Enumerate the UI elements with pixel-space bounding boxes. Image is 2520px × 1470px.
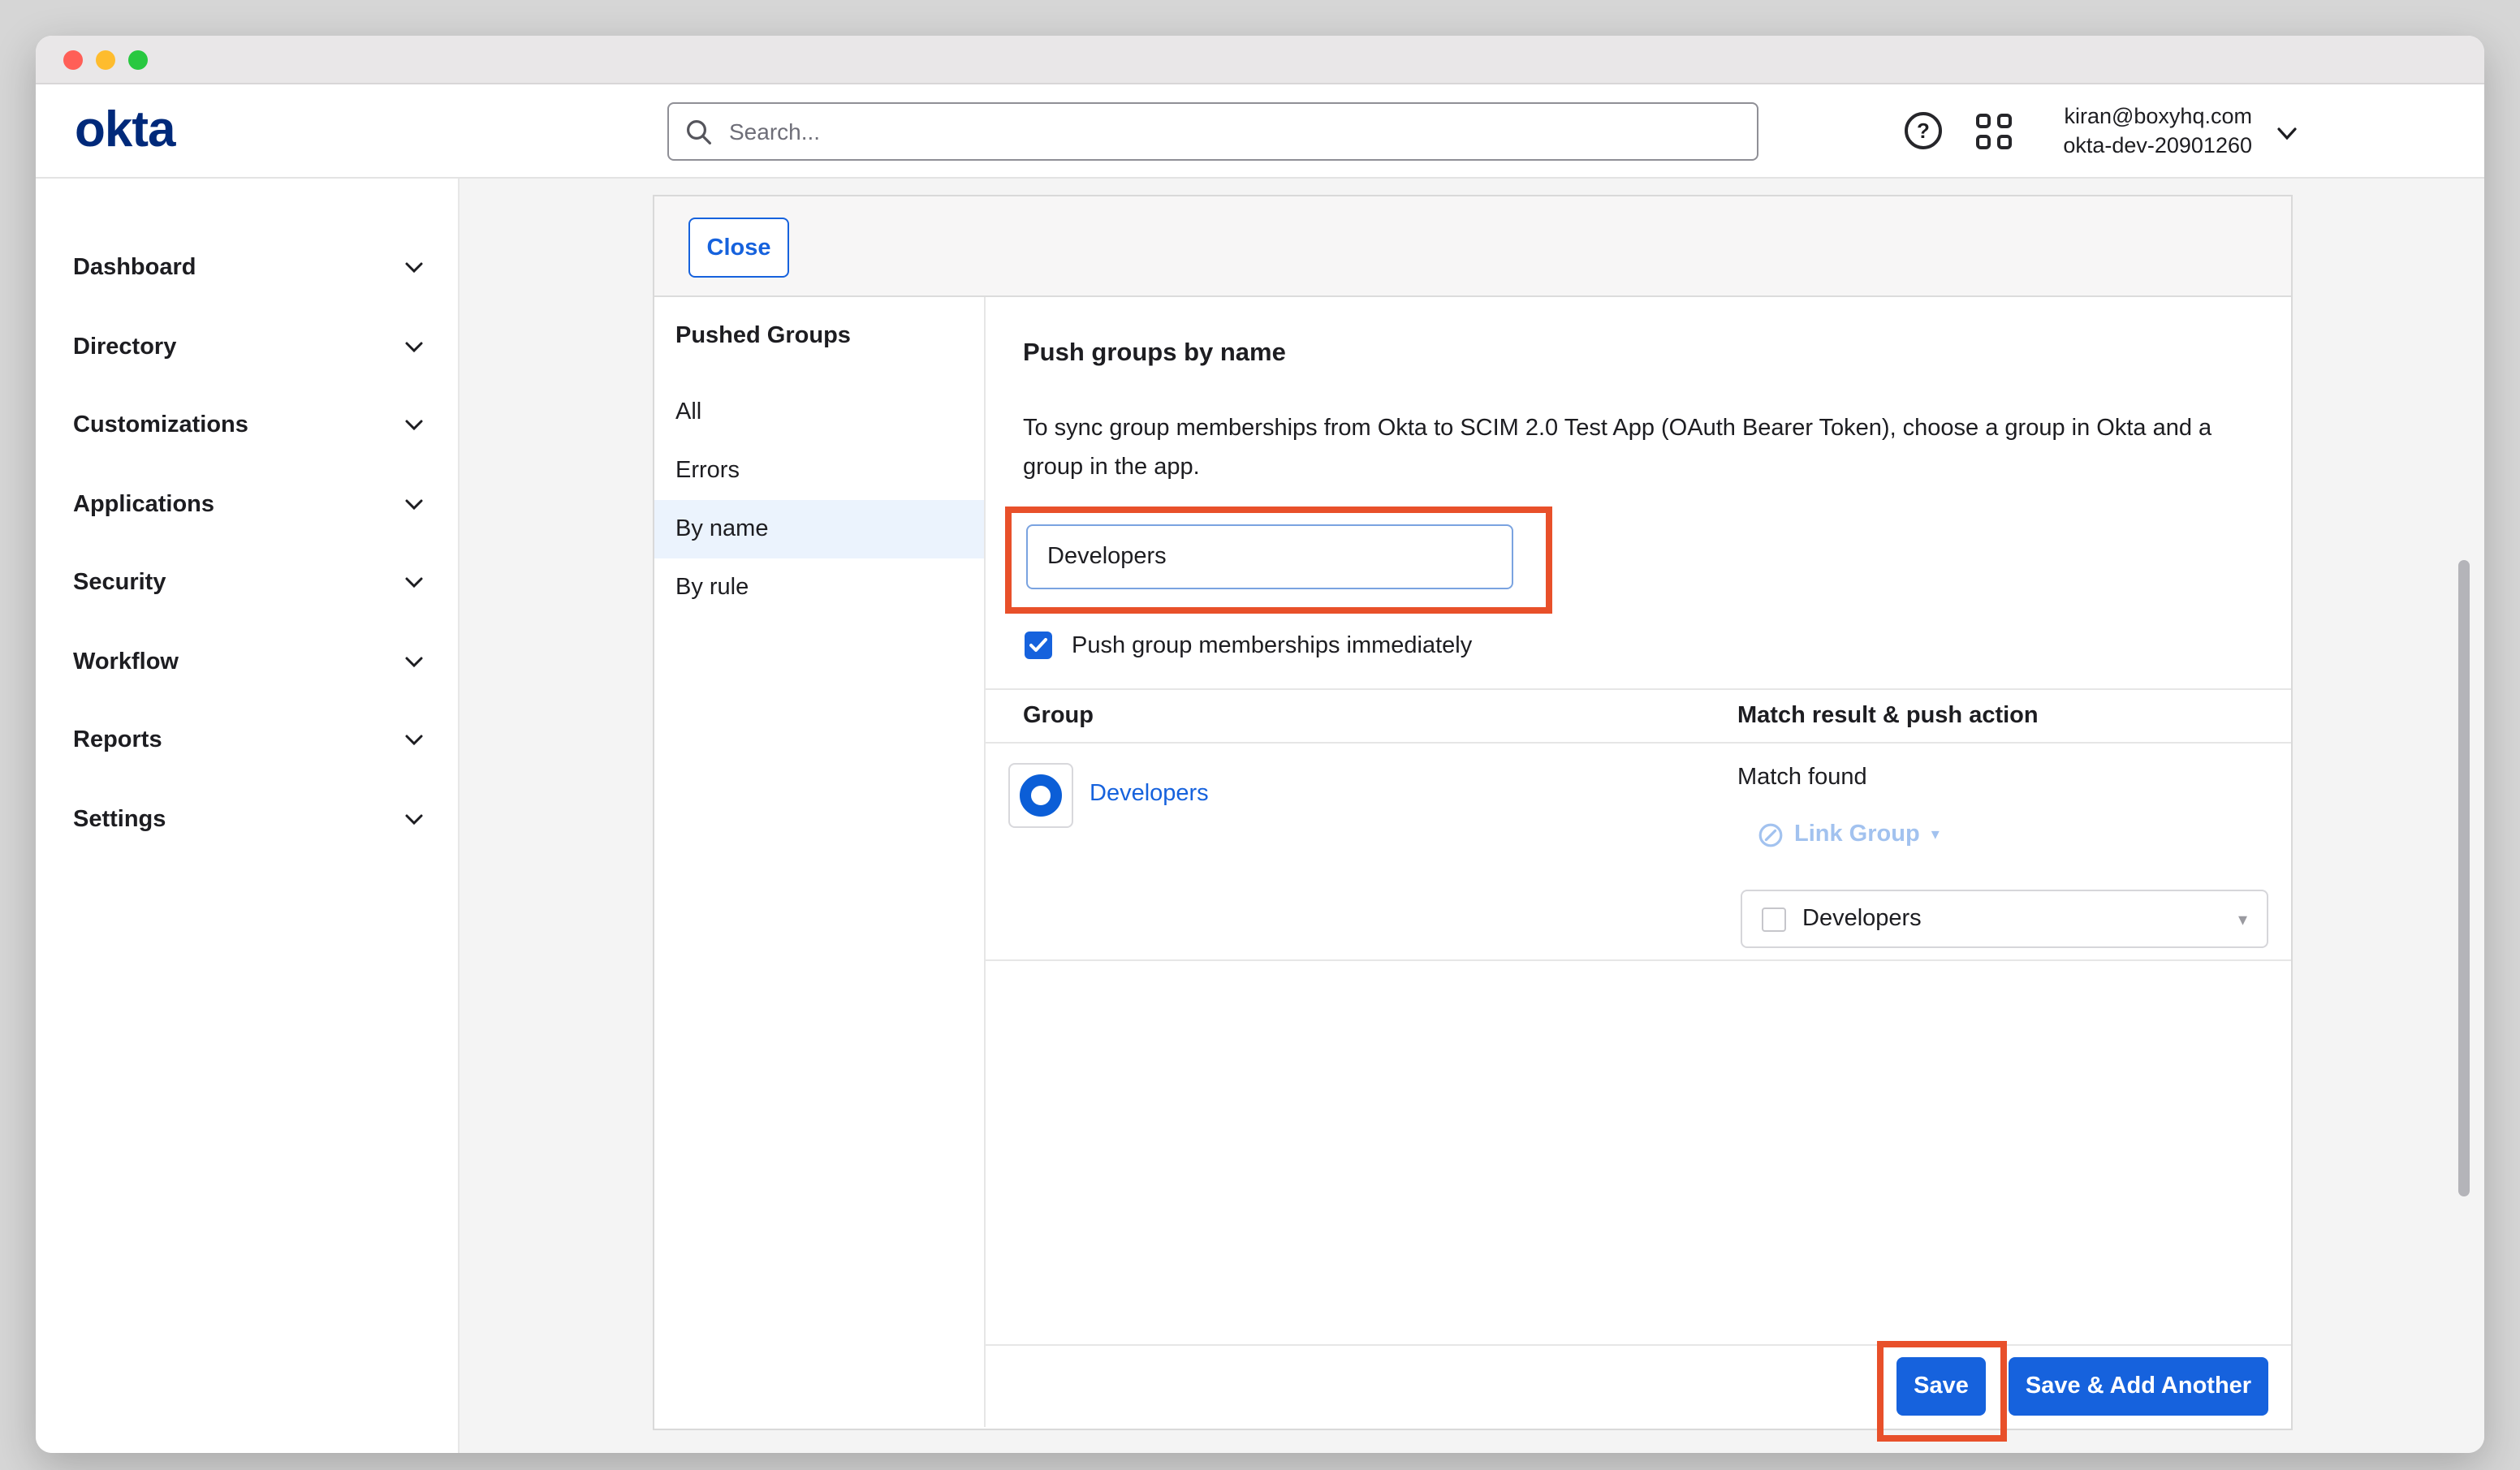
chevron-down-icon (404, 420, 424, 433)
question-icon: ? (1917, 119, 1930, 143)
checkbox-check-icon (1029, 638, 1047, 653)
subnav-item-all[interactable]: All (654, 383, 984, 442)
grid-square (1997, 114, 2012, 128)
pushed-groups-subnav: Pushed Groups All Errors By name By rule (654, 297, 986, 1427)
group-placeholder-icon (1762, 907, 1786, 931)
sidebar-item-reports[interactable]: Reports (36, 701, 458, 780)
main-area: Close Pushed Groups All Errors By name B… (460, 179, 2484, 1453)
sidebar-item-label: Dashboard (73, 256, 196, 282)
save-button[interactable]: Save (1896, 1357, 1986, 1416)
link-group-dropdown[interactable]: Link Group ▾ (1758, 821, 1940, 847)
minimize-window-button[interactable] (96, 50, 115, 69)
subnav-item-by-rule[interactable]: By rule (654, 558, 984, 617)
link-group-label: Link Group (1794, 821, 1920, 847)
page-title: Push groups by name (1023, 339, 1286, 369)
footer-divider (986, 1344, 2291, 1346)
global-search[interactable] (667, 102, 1758, 161)
grid-square (1976, 114, 1991, 128)
sidebar-item-label: Applications (73, 492, 214, 518)
panel-body: Pushed Groups All Errors By name By rule… (654, 297, 2291, 1427)
chevron-down-icon (404, 813, 424, 826)
group-search-input[interactable] (1026, 524, 1513, 589)
linked-group-select[interactable]: Developers ▾ (1741, 890, 2268, 948)
linked-group-value: Developers (1802, 906, 2222, 932)
grid-square (1976, 135, 1991, 149)
sidebar: Dashboard Directory Customizations Appli… (36, 179, 460, 1453)
panel-toolbar: Close (654, 196, 2291, 297)
chevron-down-icon (404, 735, 424, 748)
push-immediately-label: Push group memberships immediately (1072, 632, 1472, 658)
apps-grid-icon[interactable] (1976, 114, 2012, 149)
sidebar-item-workflow[interactable]: Workflow (36, 623, 458, 701)
select-chevron-icon: ▾ (2238, 908, 2247, 929)
app-window: okta ? kiran@boxyhq.com okta-dev-2090126… (36, 36, 2484, 1453)
column-header-match: Match result & push action (1737, 703, 2039, 729)
help-button[interactable]: ? (1905, 112, 1942, 149)
top-nav: okta ? kiran@boxyhq.com okta-dev-2090126… (36, 84, 2484, 179)
search-icon (685, 118, 713, 145)
sidebar-item-label: Workflow (73, 649, 179, 675)
sidebar-item-security[interactable]: Security (36, 544, 458, 623)
group-ring-icon (1020, 774, 1062, 817)
chevron-down-icon[interactable] (2276, 127, 2298, 141)
chevron-down-icon (404, 341, 424, 354)
sidebar-item-applications[interactable]: Applications (36, 465, 458, 544)
sidebar-item-label: Security (73, 571, 166, 597)
okta-logo[interactable]: okta (75, 97, 175, 162)
desktop: okta ? kiran@boxyhq.com okta-dev-2090126… (0, 0, 2520, 1470)
match-status-text: Match found (1737, 765, 1867, 791)
zoom-window-button[interactable] (128, 50, 148, 69)
sidebar-item-label: Settings (73, 807, 166, 833)
sidebar-item-customizations[interactable]: Customizations (36, 386, 458, 465)
chevron-down-icon (404, 498, 424, 511)
push-immediately-row: Push group memberships immediately (1025, 632, 1472, 659)
group-name-link[interactable]: Developers (1090, 781, 1209, 807)
description-text: To sync group memberships from Okta to S… (1023, 409, 2233, 487)
close-button[interactable]: Close (688, 218, 789, 278)
window-titlebar (36, 36, 2484, 84)
link-group-icon (1758, 822, 1783, 847)
sidebar-item-dashboard[interactable]: Dashboard (36, 229, 458, 308)
table-header: Group Match result & push action (986, 688, 2291, 744)
push-groups-panel: Close Pushed Groups All Errors By name B… (653, 195, 2293, 1430)
column-header-group: Group (986, 703, 1737, 729)
vertical-scrollbar[interactable] (2458, 560, 2470, 1196)
account-email: kiran@boxyhq.com (2063, 102, 2252, 131)
grid-square (1997, 135, 2012, 149)
table-row: Developers Match found Link Group ▾ (986, 744, 2291, 961)
search-input[interactable] (726, 117, 1741, 146)
chevron-down-icon (404, 656, 424, 669)
chevron-down-icon (404, 262, 424, 275)
chevron-down-icon: ▾ (1931, 826, 1940, 843)
chevron-down-icon (404, 577, 424, 590)
push-immediately-checkbox[interactable] (1025, 632, 1052, 659)
subnav-title: Pushed Groups (654, 323, 984, 349)
sidebar-item-settings[interactable]: Settings (36, 780, 458, 859)
sidebar-item-directory[interactable]: Directory (36, 308, 458, 386)
account-org: okta-dev-20901260 (2063, 131, 2252, 159)
sidebar-item-label: Customizations (73, 413, 248, 439)
save-add-another-button[interactable]: Save & Add Another (2009, 1357, 2268, 1416)
group-avatar-icon (1008, 763, 1073, 828)
sidebar-item-label: Reports (73, 728, 162, 754)
sidebar-item-label: Directory (73, 334, 176, 360)
subnav-item-by-name[interactable]: By name (654, 500, 984, 558)
close-window-button[interactable] (63, 50, 83, 69)
push-by-name-content: Push groups by name To sync group member… (986, 297, 2291, 1427)
subnav-item-errors[interactable]: Errors (654, 442, 984, 500)
account-menu[interactable]: kiran@boxyhq.com okta-dev-20901260 (2063, 102, 2252, 159)
